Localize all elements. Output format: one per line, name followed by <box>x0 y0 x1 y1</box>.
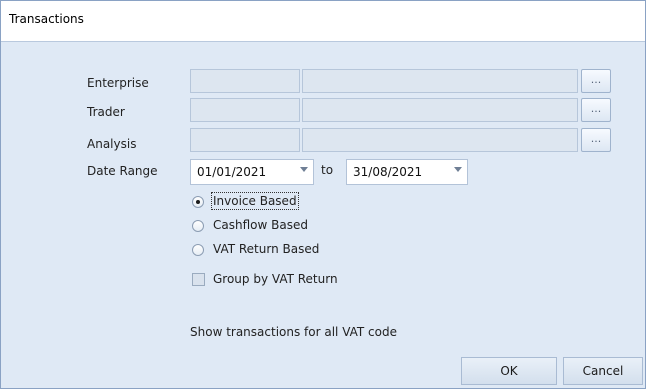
analysis-name-field[interactable] <box>302 128 578 152</box>
invoice-based-label[interactable]: Invoice Based <box>211 192 299 210</box>
analysis-code-field[interactable] <box>190 128 300 152</box>
cashflow-based-radio[interactable] <box>192 220 204 232</box>
enterprise-browse-button[interactable]: ... <box>581 69 611 93</box>
analysis-label: Analysis <box>87 137 137 151</box>
enterprise-name-field[interactable] <box>302 69 578 93</box>
transactions-dialog: Transactions Enterprise ... Trader ... A… <box>0 0 646 389</box>
to-label: to <box>321 163 334 177</box>
group-by-vat-return-label[interactable]: Group by VAT Return <box>213 272 338 286</box>
date-from-value: 01/01/2021 <box>197 165 267 179</box>
enterprise-label: Enterprise <box>87 76 149 90</box>
date-range-label: Date Range <box>87 164 158 178</box>
info-text: Show transactions for all VAT code <box>190 325 397 339</box>
enterprise-code-field[interactable] <box>190 69 300 93</box>
chevron-down-icon[interactable] <box>300 167 308 172</box>
group-by-vat-return-checkbox[interactable] <box>192 273 205 286</box>
cashflow-based-label[interactable]: Cashflow Based <box>213 218 308 232</box>
trader-name-field[interactable] <box>302 98 578 122</box>
date-to-value: 31/08/2021 <box>353 165 423 179</box>
ok-button[interactable]: OK <box>461 357 557 385</box>
vat-return-based-label[interactable]: VAT Return Based <box>213 242 319 256</box>
title-bar: Transactions <box>1 1 645 42</box>
trader-browse-button[interactable]: ... <box>581 98 611 122</box>
invoice-based-radio[interactable] <box>192 196 204 208</box>
chevron-down-icon[interactable] <box>454 167 462 172</box>
trader-label: Trader <box>87 105 125 119</box>
dialog-title: Transactions <box>9 12 84 26</box>
trader-code-field[interactable] <box>190 98 300 122</box>
vat-return-based-radio[interactable] <box>192 244 204 256</box>
analysis-browse-button[interactable]: ... <box>581 128 611 152</box>
cancel-button[interactable]: Cancel <box>563 357 643 385</box>
date-to-combo[interactable]: 31/08/2021 <box>346 159 468 185</box>
date-from-combo[interactable]: 01/01/2021 <box>190 159 314 185</box>
